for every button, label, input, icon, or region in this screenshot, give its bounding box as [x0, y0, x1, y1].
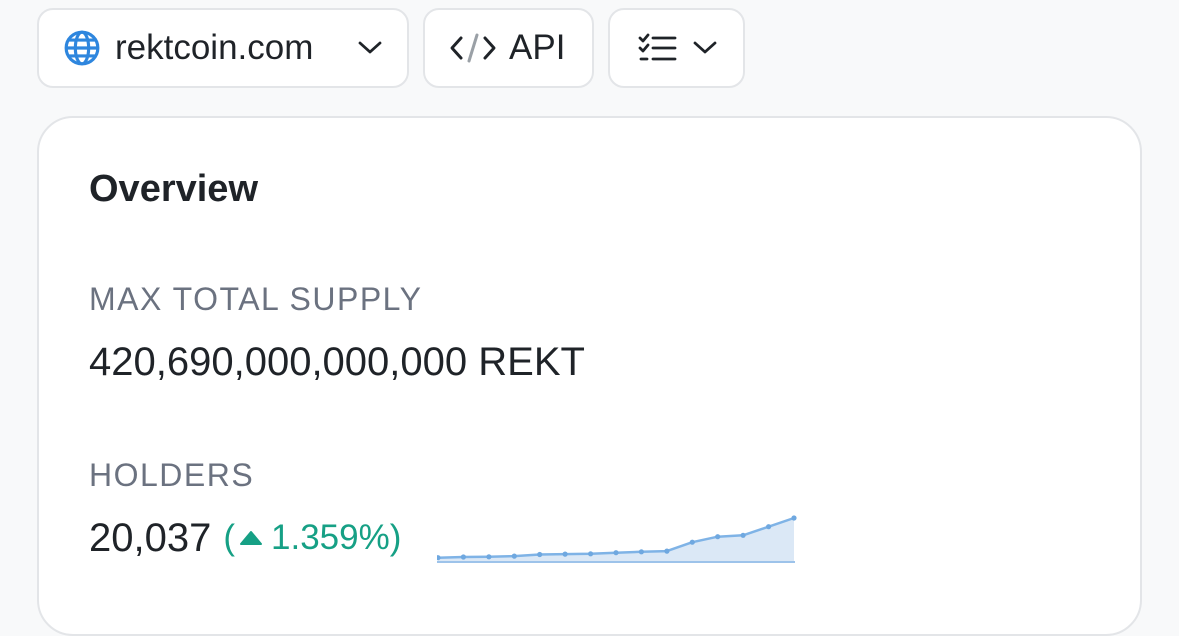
holders-row: 20,037 ( 1.359%) [89, 514, 401, 562]
sparkline-point [588, 551, 594, 557]
overview-card: Overview MAX TOTAL SUPPLY 420,690,000,00… [37, 116, 1142, 636]
holders-change-percent: 1.359%) [271, 518, 402, 557]
sparkline-point [791, 515, 797, 521]
max-total-supply-label: MAX TOTAL SUPPLY [89, 281, 423, 317]
chevron-down-icon [357, 40, 383, 56]
sparkline-point [638, 549, 644, 555]
sparkline-point [562, 551, 568, 557]
sparkline-point [715, 534, 721, 540]
holders-label: HOLDERS [89, 457, 255, 493]
caret-up-icon [239, 530, 263, 546]
sparkline-point [689, 539, 695, 545]
checklist-icon [638, 32, 678, 64]
api-label: API [509, 28, 566, 67]
sparkline-point [766, 524, 772, 530]
chevron-down-icon [692, 40, 718, 56]
sparkline-point [460, 554, 466, 560]
sparkline-point [486, 554, 492, 560]
website-label: rektcoin.com [115, 28, 314, 67]
sparkline-point [537, 551, 543, 558]
holders-sparkline [437, 515, 797, 563]
holders-change-open-paren: ( [223, 518, 235, 557]
view-options-button[interactable] [608, 8, 745, 88]
sparkline-point [511, 553, 517, 559]
sparkline-point [740, 532, 746, 538]
website-dropdown-button[interactable]: rektcoin.com [37, 8, 409, 88]
holders-value: 20,037 [89, 516, 212, 560]
api-button[interactable]: API [423, 8, 594, 88]
holders-change: ( 1.359%) [223, 518, 401, 558]
toolbar: rektcoin.com API [37, 8, 745, 88]
sparkline-point [613, 550, 619, 556]
max-total-supply-value: 420,690,000,000,000 REKT [89, 340, 585, 384]
overview-title: Overview [89, 168, 258, 210]
sparkline-point [664, 548, 670, 554]
code-icon [449, 31, 497, 65]
globe-icon [63, 29, 101, 67]
sparkline-area [438, 518, 794, 562]
